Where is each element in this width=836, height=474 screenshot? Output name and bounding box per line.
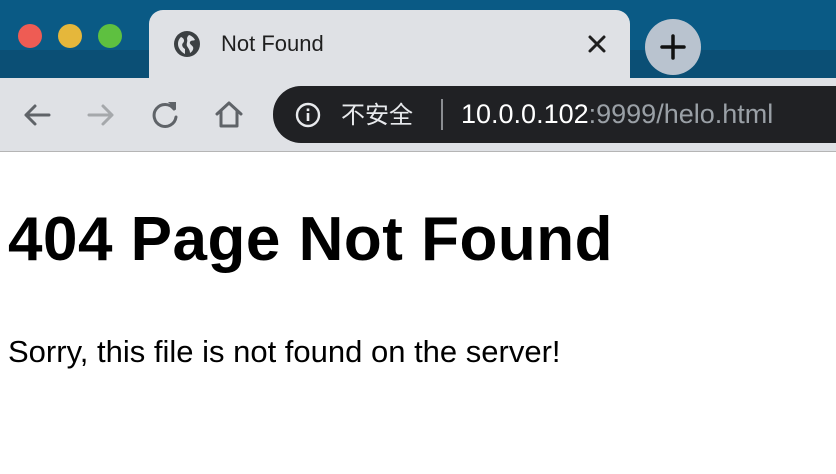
page-title: 404 Page Not Found bbox=[8, 205, 613, 274]
url-path: :9999/helo.html bbox=[588, 99, 774, 129]
globe-icon bbox=[174, 31, 200, 57]
plus-icon bbox=[660, 34, 686, 60]
url-host: 10.0.0.102 bbox=[461, 99, 589, 129]
close-icon[interactable] bbox=[583, 30, 611, 58]
error-message: Sorry, this file is not found on the ser… bbox=[8, 334, 561, 369]
arrow-left-icon[interactable] bbox=[20, 98, 54, 132]
window-titlebar: Not Found bbox=[0, 0, 836, 78]
window-close-button[interactable] bbox=[18, 24, 42, 48]
home-icon[interactable] bbox=[212, 98, 246, 132]
security-label[interactable]: 不安全 bbox=[341, 100, 413, 130]
omnibox-divider bbox=[441, 99, 443, 130]
address-bar[interactable]: 不安全 10.0.0.102:9999/helo.html bbox=[273, 86, 836, 143]
browser-toolbar: 不安全 10.0.0.102:9999/helo.html bbox=[0, 78, 836, 152]
info-icon[interactable] bbox=[295, 102, 321, 128]
page-content: 404 Page Not Found Sorry, this file is n… bbox=[8, 200, 828, 369]
new-tab-button[interactable] bbox=[645, 19, 701, 75]
url-text[interactable]: 10.0.0.102:9999/helo.html bbox=[461, 98, 773, 131]
tab-title: Not Found bbox=[221, 31, 324, 56]
window-maximize-button[interactable] bbox=[98, 24, 122, 48]
browser-tab[interactable]: Not Found bbox=[149, 10, 630, 78]
window-minimize-button[interactable] bbox=[58, 24, 82, 48]
arrow-right-icon[interactable] bbox=[84, 98, 118, 132]
reload-icon[interactable] bbox=[148, 98, 182, 132]
